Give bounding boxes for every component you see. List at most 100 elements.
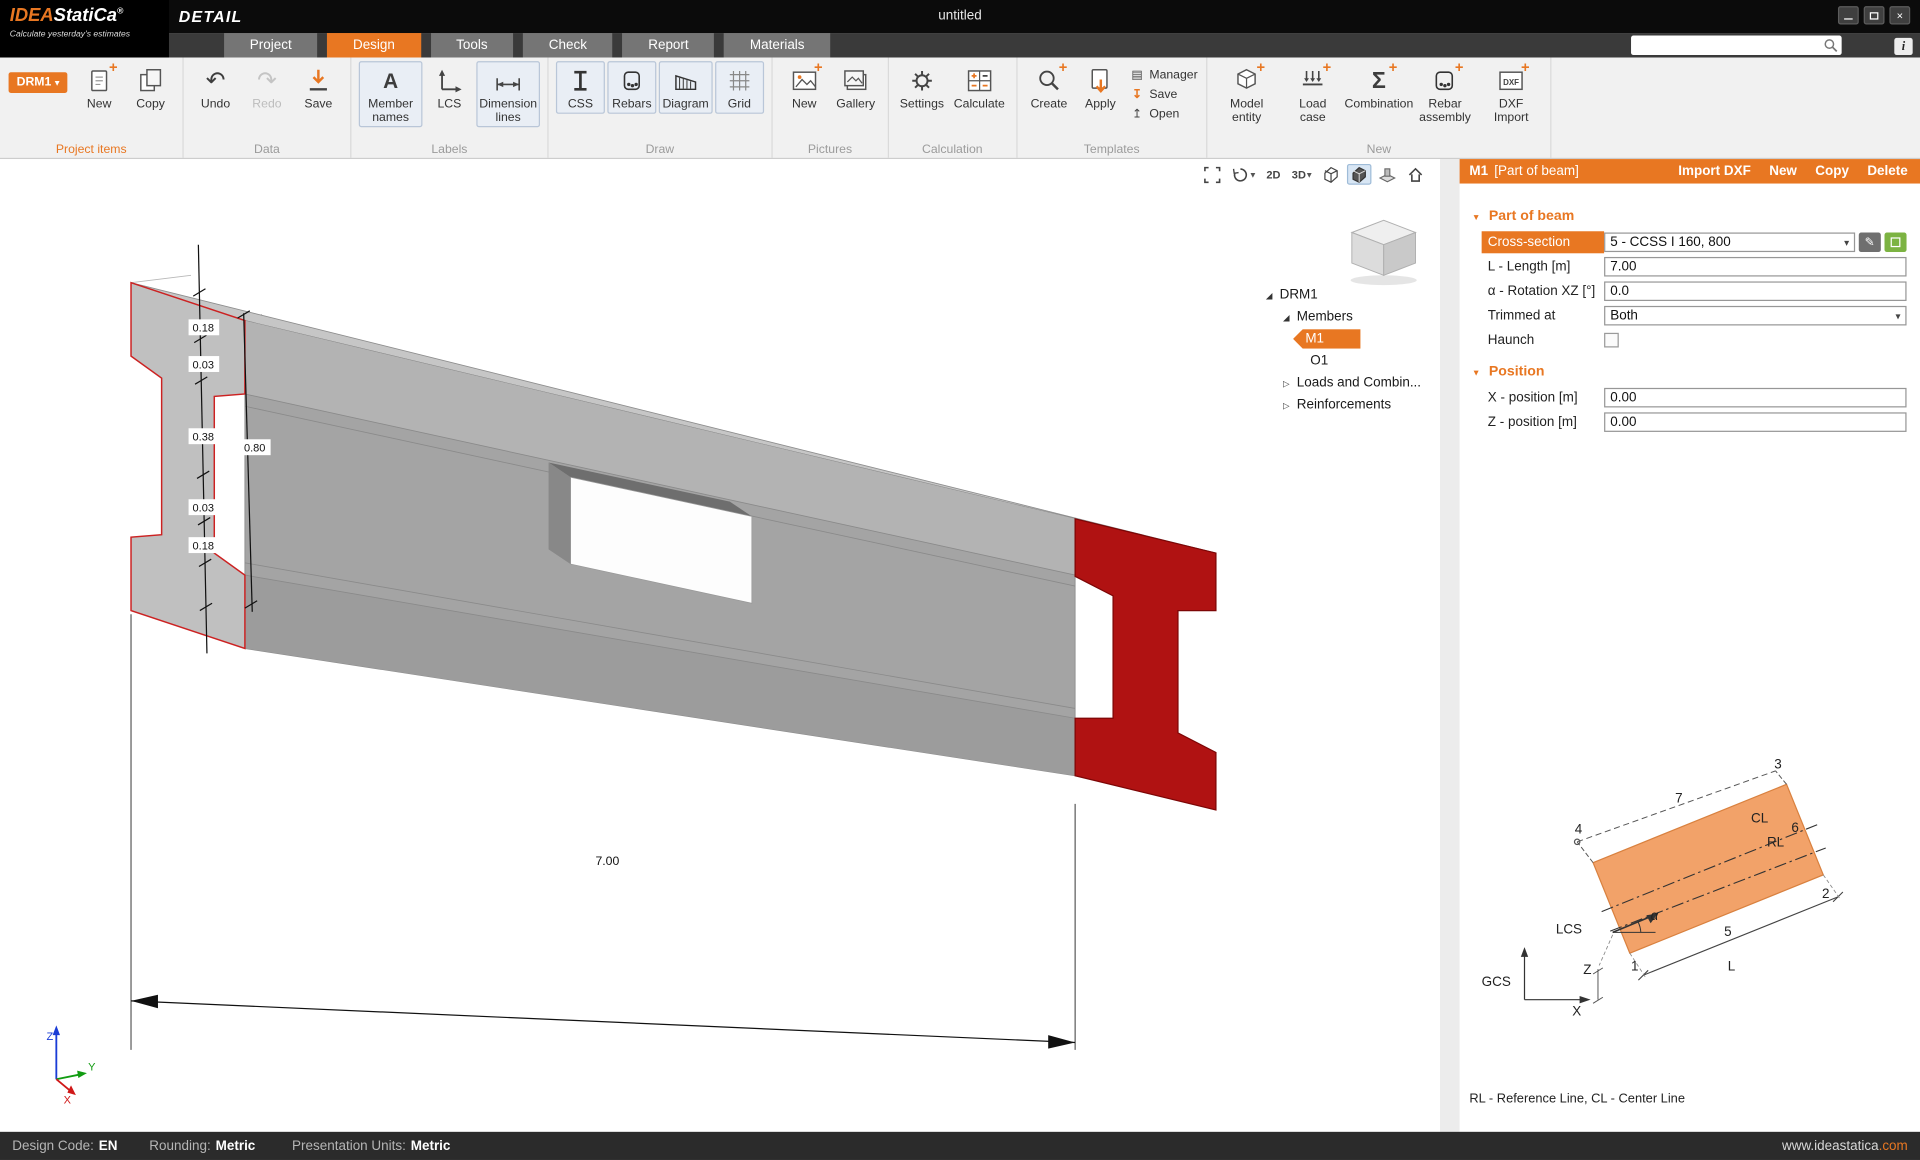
model-entity-button[interactable]: Model entity (1215, 61, 1279, 127)
close-button[interactable]: × (1889, 6, 1910, 24)
lcs-toggle[interactable]: LCS (425, 61, 474, 114)
ribbon-group-templates: Create Apply Manager Save Open Templates (1017, 58, 1207, 158)
undo-button[interactable]: ↶ Undo (191, 61, 240, 114)
combination-button[interactable]: Σ Combination (1347, 61, 1411, 114)
svg-text:7.00: 7.00 (595, 854, 619, 868)
new-project-item-button[interactable]: New (75, 61, 124, 114)
edit-cross-section-button[interactable]: ✎ (1859, 232, 1881, 252)
info-button[interactable]: i (1894, 38, 1912, 55)
rotation-row: α - Rotation XZ [°] 0.0 (1460, 279, 1920, 303)
magnifier-icon (1033, 65, 1065, 97)
trimmed-at-row: Trimmed at Both (1460, 303, 1920, 327)
expander-icon[interactable] (1264, 288, 1275, 303)
tab-tools[interactable]: Tools (430, 33, 513, 57)
fullscreen-button[interactable] (1201, 164, 1225, 185)
clip-planes-button[interactable] (1375, 164, 1399, 185)
group-label-new: New (1207, 143, 1550, 156)
info-icon: i (1902, 40, 1905, 53)
tree-item-drm1[interactable]: DRM1 (1261, 284, 1435, 306)
project-item-selector[interactable]: DRM1 (9, 72, 68, 93)
gallery-button[interactable]: Gallery (831, 61, 880, 114)
length-input[interactable]: 7.00 (1604, 257, 1906, 277)
tab-report[interactable]: Report (623, 33, 715, 57)
section-position[interactable]: Position (1460, 359, 1920, 386)
haunch-row: Haunch (1460, 328, 1920, 352)
expander-icon[interactable] (1281, 398, 1292, 413)
save-icon (302, 65, 334, 97)
css-toggle[interactable]: CSS (556, 61, 605, 114)
home-view-button[interactable] (1403, 164, 1427, 185)
tab-materials[interactable]: Materials (724, 33, 830, 57)
tree-item-members[interactable]: Members (1261, 306, 1435, 328)
solid-view-button[interactable] (1347, 164, 1371, 185)
selected-item-badge: M1 (1293, 329, 1361, 349)
template-open-button[interactable]: Open (1130, 105, 1198, 123)
search-icon[interactable] (1823, 38, 1838, 53)
copy-member-button[interactable]: Copy (1815, 164, 1849, 179)
template-save-button[interactable]: Save (1130, 86, 1198, 104)
website-link[interactable]: www.ideastatica.com (1782, 1139, 1908, 1154)
collapse-triangle-icon[interactable] (1472, 209, 1480, 224)
copy-project-item-button[interactable]: Copy (126, 61, 175, 114)
dxf-icon: DXF (1495, 65, 1527, 97)
template-create-button[interactable]: Create (1024, 61, 1073, 114)
axonometry-button[interactable] (1319, 164, 1343, 185)
template-manager-button[interactable]: Manager (1130, 66, 1198, 84)
tab-design[interactable]: Design (327, 33, 420, 57)
view-3d-button[interactable]: 3D (1288, 164, 1315, 185)
grid-toggle[interactable]: Grid (715, 61, 764, 114)
tree-item-o1[interactable]: O1 (1261, 350, 1435, 372)
new-picture-button[interactable]: New (780, 61, 829, 114)
save-button[interactable]: Save (294, 61, 343, 114)
expander-icon[interactable] (1281, 376, 1292, 391)
load-case-button[interactable]: Load case (1281, 61, 1345, 127)
member-names-toggle[interactable]: A Member names (359, 61, 423, 127)
collapse-triangle-icon[interactable] (1472, 365, 1480, 380)
cross-section-dropdown[interactable]: 5 - CCSS I 160, 800 (1604, 232, 1855, 252)
rebar-assembly-button[interactable]: Rebar assembly (1413, 61, 1477, 127)
model-viewport[interactable]: 0.18 0.03 0.38 0.80 0.03 0.18 7.00 (0, 159, 1440, 1132)
rebars-icon (616, 65, 648, 97)
dxf-import-button[interactable]: DXF DXF Import (1479, 61, 1543, 127)
svg-text:0.18: 0.18 (193, 323, 214, 335)
lcs-axes-icon (433, 65, 465, 97)
tab-project[interactable]: Project (224, 33, 317, 57)
section-part-of-beam[interactable]: Part of beam (1460, 203, 1920, 230)
svg-text:Y: Y (88, 1062, 96, 1074)
trimmed-at-dropdown[interactable]: Both (1604, 306, 1906, 326)
view-2d-button[interactable]: 2D (1262, 164, 1284, 185)
maximize-button[interactable] (1864, 6, 1885, 24)
import-dxf-button[interactable]: Import DXF (1678, 164, 1751, 179)
haunch-checkbox[interactable] (1604, 333, 1619, 348)
tree-item-reinforcements[interactable]: Reinforcements (1261, 394, 1435, 416)
properties-panel: M1 [Part of beam] Import DXF New Copy De… (1460, 159, 1920, 1132)
tree-item-m1-selected[interactable]: M1 (1261, 328, 1435, 350)
orbit-button[interactable] (1229, 164, 1259, 185)
calculate-button[interactable]: Calculate (950, 61, 1008, 114)
dimension-lines-toggle[interactable]: Dimension lines (476, 61, 540, 127)
new-member-button[interactable]: New (1769, 164, 1797, 179)
new-document-icon (83, 65, 115, 97)
cross-section-manager-button[interactable] (1885, 232, 1907, 252)
tree-item-loads-and-combinations[interactable]: Loads and Combin... (1261, 372, 1435, 394)
navigation-cube[interactable] (1347, 210, 1425, 286)
chevron-down-icon (1844, 235, 1849, 250)
ribbon-group-project-items: DRM1 New Copy Project items (0, 58, 184, 158)
search-input[interactable] (1631, 37, 1823, 54)
rebars-toggle[interactable]: Rebars (607, 61, 656, 114)
template-apply-button[interactable]: Apply (1076, 61, 1125, 114)
settings-button[interactable]: Settings (896, 61, 948, 114)
solid-cube-icon (1351, 166, 1368, 183)
expander-icon[interactable] (1281, 310, 1292, 325)
tab-check[interactable]: Check (523, 33, 613, 57)
minimize-button[interactable] (1838, 6, 1859, 24)
x-position-input[interactable]: 0.00 (1604, 388, 1906, 408)
delete-member-button[interactable]: Delete (1867, 164, 1907, 179)
length-dimension-label: 7.00 (584, 852, 631, 869)
svg-text:DXF: DXF (1503, 78, 1519, 87)
redo-button[interactable]: ↷ Redo (242, 61, 291, 114)
z-position-input[interactable]: 0.00 (1604, 412, 1906, 432)
diagram-toggle[interactable]: Diagram (659, 61, 713, 114)
clip-plane-icon (1379, 166, 1396, 183)
rotation-input[interactable]: 0.0 (1604, 281, 1906, 301)
